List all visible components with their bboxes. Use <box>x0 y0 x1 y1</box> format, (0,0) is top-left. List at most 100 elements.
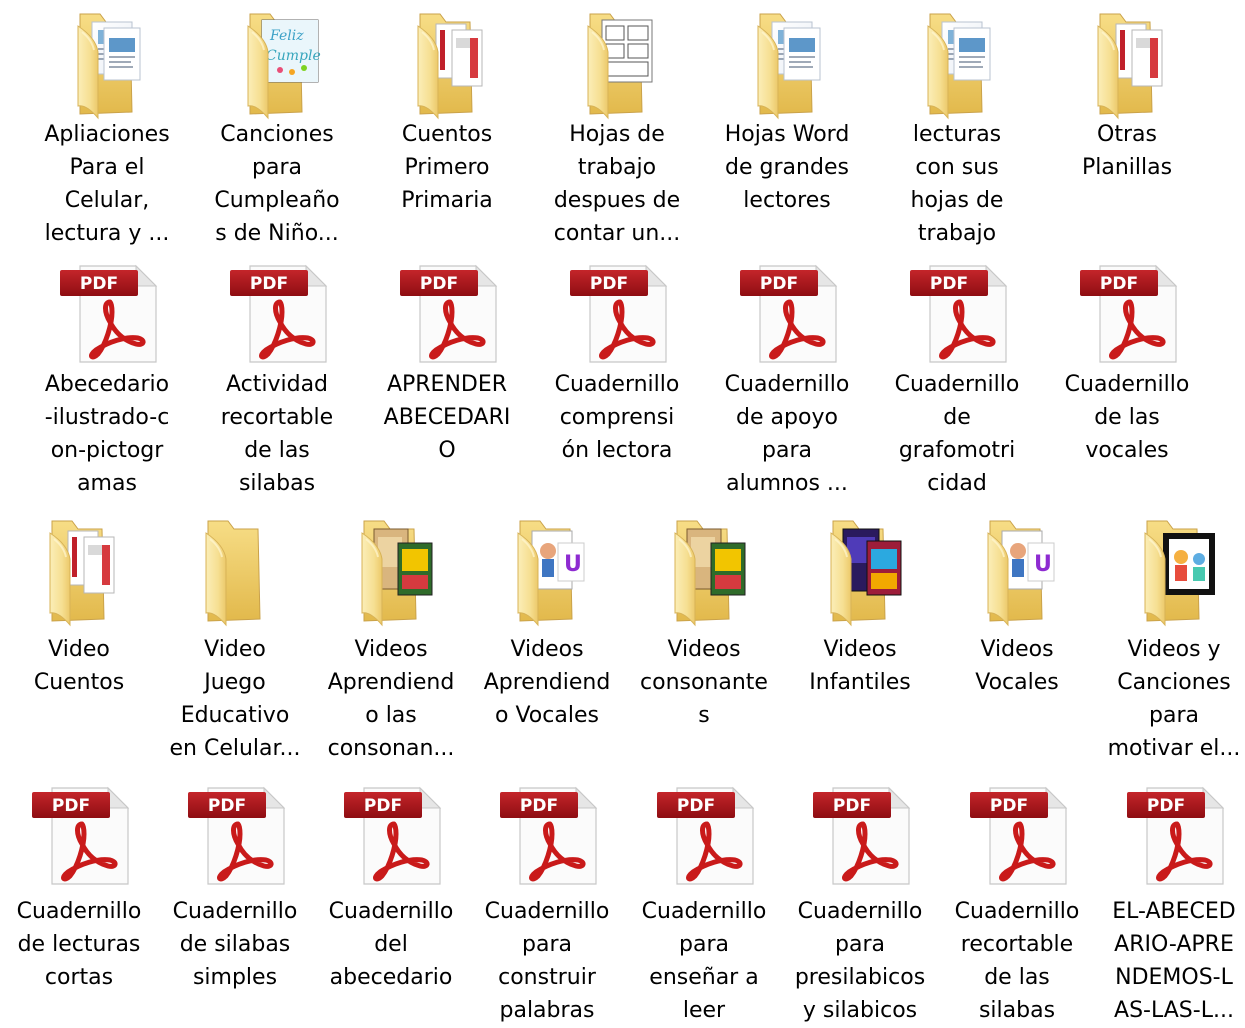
pdf-file-icon: PDF <box>740 264 838 363</box>
pdf-file-icon: PDF <box>562 258 672 370</box>
item-label: APRENDER ABECEDARI O <box>383 372 511 463</box>
folder-item[interactable]: Hojas Word de grandes lectores <box>702 8 872 253</box>
folder-icon <box>902 8 1012 120</box>
folder-item[interactable]: Videos consonante s <box>626 515 782 775</box>
pdf-file-item[interactable]: PDF APRENDER ABECEDARI O <box>362 258 532 503</box>
pdf-file-icon: PDF <box>180 780 290 892</box>
folder-icon <box>77 13 141 120</box>
pdf-file-item[interactable]: PDF Cuadernillo recortable de las silabas <box>939 780 1095 1028</box>
pdf-file-item[interactable]: PDF EL-ABECED ARIO-APRE NDEMOS-L AS-LAS-L… <box>1096 780 1245 1028</box>
folder-icon <box>757 13 821 120</box>
pdf-file-item[interactable]: PDF Abecedario -ilustrado-c on-pictogr am… <box>22 258 192 503</box>
folder-item[interactable]: Apliaciones Para el Celular, lectura y .… <box>22 8 192 253</box>
item-label: Cuadernillo de silabas simples <box>172 899 298 990</box>
folder-item[interactable]: Video Cuentos <box>1 515 157 775</box>
item-label: Otras Planillas <box>1081 122 1173 180</box>
pdf-badge-text: PDF <box>590 274 628 294</box>
item-label: Hojas de trabajo despues de contar un... <box>553 122 681 246</box>
pdf-badge-text: PDF <box>990 796 1028 816</box>
pdf-badge-text: PDF <box>364 796 402 816</box>
item-label: Videos Aprendiend o las consonan... <box>327 637 455 761</box>
pdf-badge-text: PDF <box>1147 796 1185 816</box>
pdf-file-icon: PDF <box>813 786 911 885</box>
folder-item[interactable]: Videos y Canciones para motivar el... <box>1096 515 1245 775</box>
pdf-file-item[interactable]: PDF Cuadernillo comprensi ón lectora <box>532 258 702 503</box>
pdf-file-icon: PDF <box>230 264 328 363</box>
folder-icon <box>49 520 115 627</box>
item-label: Cuadernillo para enseñar a leer <box>641 899 767 1023</box>
pdf-badge-text: PDF <box>1100 274 1138 294</box>
pdf-file-icon: PDF <box>570 264 668 363</box>
pdf-badge-text: PDF <box>208 796 246 816</box>
folder-item[interactable]: Videos Infantiles <box>782 515 938 775</box>
pdf-badge-text: PDF <box>833 796 871 816</box>
svg-text:U: U <box>1034 552 1052 577</box>
pdf-file-icon: PDF <box>60 264 158 363</box>
item-label: Cuadernillo de grafomotri cidad <box>894 372 1020 496</box>
pdf-file-icon: PDF <box>1127 786 1225 885</box>
folder-icon: Feliz Cumple <box>222 8 332 120</box>
pdf-file-icon: PDF <box>392 258 502 370</box>
pdf-file-icon: PDF <box>222 258 332 370</box>
folder-item[interactable]: Cuentos Primero Primaria <box>362 8 532 253</box>
pdf-file-item[interactable]: PDF Cuadernillo de lecturas cortas <box>1 780 157 1028</box>
pdf-badge-text: PDF <box>52 796 90 816</box>
folder-icon <box>392 8 502 120</box>
pdf-file-icon: PDF <box>1119 780 1229 892</box>
item-label: Apliaciones Para el Celular, lectura y .… <box>44 122 170 246</box>
pdf-file-item[interactable]: PDF Cuadernillo de grafomotri cidad <box>872 258 1042 503</box>
item-label: Actividad recortable de las silabas <box>220 372 334 496</box>
pdf-file-item[interactable]: PDF Cuadernillo para construir palabras <box>469 780 625 1028</box>
folder-icon <box>649 515 759 627</box>
pdf-badge-text: PDF <box>930 274 968 294</box>
pdf-file-item[interactable]: PDF Cuadernillo del abecedario <box>313 780 469 1028</box>
folder-item[interactable]: Video Juego Educativo en Celular... <box>157 515 313 775</box>
folder-item[interactable]: U Videos Vocales <box>939 515 1095 775</box>
folder-item[interactable]: U Videos Aprendiend o Vocales <box>469 515 625 775</box>
folder-icon <box>24 515 134 627</box>
pdf-file-item[interactable]: PDF Cuadernillo de las vocales <box>1042 258 1212 503</box>
pdf-file-icon: PDF <box>32 786 130 885</box>
pdf-file-item[interactable]: PDF Cuadernillo para presilabicos y silab… <box>782 780 938 1028</box>
item-label: Cuadernillo comprensi ón lectora <box>554 372 680 463</box>
folder-item[interactable]: Otras Planillas <box>1042 8 1212 253</box>
folder-icon <box>562 8 672 120</box>
pdf-file-item[interactable]: PDF Cuadernillo de silabas simples <box>157 780 313 1028</box>
item-label: Videos Aprendiend o Vocales <box>483 637 611 728</box>
folder-icon <box>336 515 446 627</box>
folder-icon <box>805 515 915 627</box>
pdf-file-item[interactable]: PDF Cuadernillo para enseñar a leer <box>626 780 782 1028</box>
folder-icon <box>180 515 290 627</box>
pdf-badge-text: PDF <box>80 274 118 294</box>
pdf-file-icon: PDF <box>732 258 842 370</box>
item-label: Cuadernillo del abecedario <box>328 899 454 990</box>
folder-icon: U <box>987 520 1055 627</box>
folder-item[interactable]: lecturas con sus hojas de trabajo <box>872 8 1042 253</box>
folder-icon <box>205 520 261 627</box>
folder-icon: U <box>492 515 602 627</box>
folder-icon: Feliz Cumple <box>247 13 321 120</box>
pdf-file-icon: PDF <box>400 264 498 363</box>
folder-item[interactable]: Feliz Cumple Canciones para Cumpleaño s de… <box>192 8 362 253</box>
pdf-file-icon: PDF <box>657 786 755 885</box>
svg-text:Feliz: Feliz <box>269 28 304 44</box>
item-label: Canciones para Cumpleaño s de Niño... <box>214 122 340 246</box>
item-label: Cuadernillo para construir palabras <box>484 899 610 1023</box>
folder-icon <box>587 13 653 120</box>
item-label: Cuentos Primero Primaria <box>401 122 493 213</box>
folder-icon <box>830 520 902 627</box>
item-label: Hojas Word de grandes lectores <box>724 122 850 213</box>
folder-item[interactable]: Videos Aprendiend o las consonan... <box>313 515 469 775</box>
pdf-file-icon: PDF <box>962 780 1072 892</box>
pdf-file-icon: PDF <box>910 264 1008 363</box>
pdf-badge-text: PDF <box>420 274 458 294</box>
folder-item[interactable]: Hojas de trabajo despues de contar un... <box>532 8 702 253</box>
file-grid: Apliaciones Para el Celular, lectura y .… <box>0 0 1245 1028</box>
pdf-file-icon: PDF <box>970 786 1068 885</box>
pdf-file-item[interactable]: PDF Cuadernillo de apoyo para alumnos ... <box>702 258 872 503</box>
pdf-file-item[interactable]: PDF Actividad recortable de las silabas <box>192 258 362 503</box>
pdf-file-icon: PDF <box>52 258 162 370</box>
pdf-file-icon: PDF <box>336 780 446 892</box>
folder-icon <box>1097 13 1163 120</box>
svg-text:U: U <box>564 552 582 577</box>
